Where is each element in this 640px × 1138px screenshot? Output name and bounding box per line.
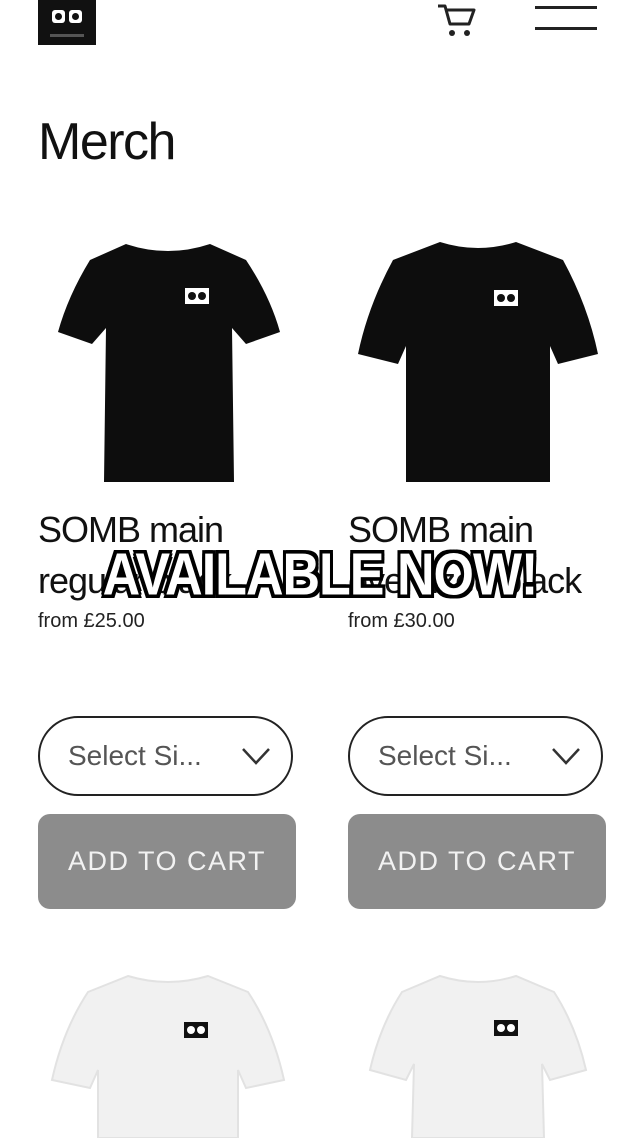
product-price: from £30.00 (348, 610, 455, 632)
size-select-value: Select Si... (68, 740, 202, 771)
size-select[interactable]: Select Si... (348, 716, 603, 796)
chevron-down-icon (552, 748, 580, 765)
product-image-black-tshirt[interactable] (48, 236, 288, 486)
logo-strip (50, 34, 84, 37)
size-select-value: Select Si... (378, 740, 512, 771)
promo-overlay-text: AVAILABLE NOW! (102, 541, 539, 609)
product-image-white-tshirt[interactable] (358, 970, 598, 1138)
cassette-logo-icon[interactable] (38, 0, 96, 45)
add-to-cart-button[interactable]: ADD TO CART (348, 814, 606, 909)
chevron-down-icon (242, 748, 270, 765)
hamburger-menu-icon[interactable] (535, 0, 597, 34)
logo-left-reel (52, 10, 65, 23)
page-title: Merch (38, 113, 176, 171)
cart-icon[interactable] (435, 0, 479, 40)
product-price: from £25.00 (38, 610, 145, 632)
product-image-white-tshirt[interactable] (48, 970, 288, 1138)
size-select[interactable]: Select Si... (38, 716, 293, 796)
add-to-cart-button[interactable]: ADD TO CART (38, 814, 296, 909)
site-header (0, 0, 640, 60)
logo-right-reel (69, 10, 82, 23)
product-image-black-oversized-tshirt[interactable] (358, 236, 598, 486)
